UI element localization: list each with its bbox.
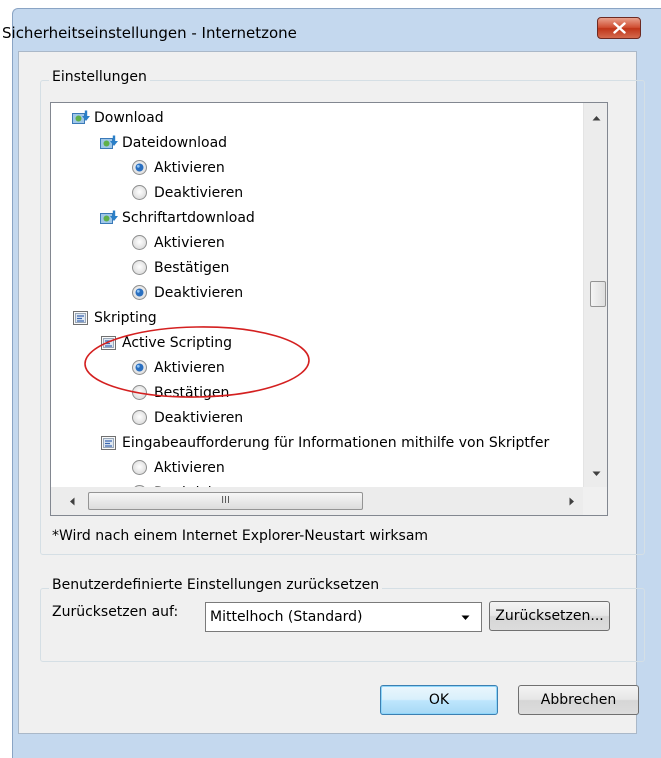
cancel-button[interactable]: Abbrechen	[518, 685, 639, 715]
ok-button[interactable]: OK	[380, 685, 498, 715]
radio-button[interactable]	[131, 459, 148, 484]
radio-button[interactable]	[131, 259, 148, 284]
scroll-up-arrow-icon[interactable]	[592, 115, 601, 121]
download-folder-icon	[99, 134, 119, 160]
scroll-right-arrow-icon[interactable]	[569, 497, 575, 506]
dropdown-arrow-icon[interactable]	[461, 615, 470, 621]
setting-label: Aktivieren	[154, 460, 225, 476]
setting-label: Eingabeaufforderung für Informationen mi…	[122, 435, 550, 451]
horizontal-scroll-thumb[interactable]: III	[88, 492, 363, 510]
scroll-grip: III	[221, 495, 230, 506]
scroll-down-arrow-icon[interactable]	[592, 471, 601, 477]
setting-label: Deaktivieren	[154, 410, 244, 426]
download-folder-icon	[71, 109, 91, 135]
download-folder-icon	[99, 209, 119, 235]
annotation-ellipse	[84, 326, 310, 398]
reset-to-label: Zurücksetzen auf:	[52, 604, 179, 620]
setting-label: Aktivieren	[154, 235, 225, 251]
radio-button[interactable]	[131, 234, 148, 259]
restart-note: *Wird nach einem Internet Explorer-Neust…	[52, 528, 429, 544]
settings-group-label: Einstellungen	[49, 69, 150, 85]
setting-label: Download	[94, 110, 164, 126]
vertical-scrollbar[interactable]	[583, 103, 607, 487]
radio-button[interactable]	[131, 159, 148, 184]
scroll-left-arrow-icon[interactable]	[69, 497, 75, 506]
close-button[interactable]	[597, 17, 641, 39]
setting-label: Deaktivieren	[154, 285, 244, 301]
settings-list[interactable]: Download Dateidownload Aktivieren Deaktivie…	[50, 102, 608, 516]
vertical-scroll-thumb[interactable]	[590, 281, 606, 307]
setting-label: Deaktivieren	[154, 185, 244, 201]
horizontal-scrollbar[interactable]: III	[51, 487, 583, 515]
setting-label: Bestätigen	[154, 260, 230, 276]
setting-label: Aktivieren	[154, 160, 225, 176]
setting-label: Dateidownload	[122, 135, 228, 151]
reset-button[interactable]: Zurücksetzen...	[489, 601, 610, 631]
reset-level-select[interactable]: Mittelhoch (Standard)	[205, 602, 482, 632]
reset-level-value: Mittelhoch (Standard)	[210, 609, 363, 625]
reset-group-label: Benutzerdefinierte Einstellungen zurücks…	[49, 577, 383, 593]
window-title: Sicherheitseinstellungen - Internetzone	[2, 24, 297, 42]
setting-label: Schriftartdownload	[122, 210, 255, 226]
script-icon	[99, 434, 119, 460]
scrollbar-corner	[583, 487, 607, 515]
close-icon	[613, 22, 626, 34]
